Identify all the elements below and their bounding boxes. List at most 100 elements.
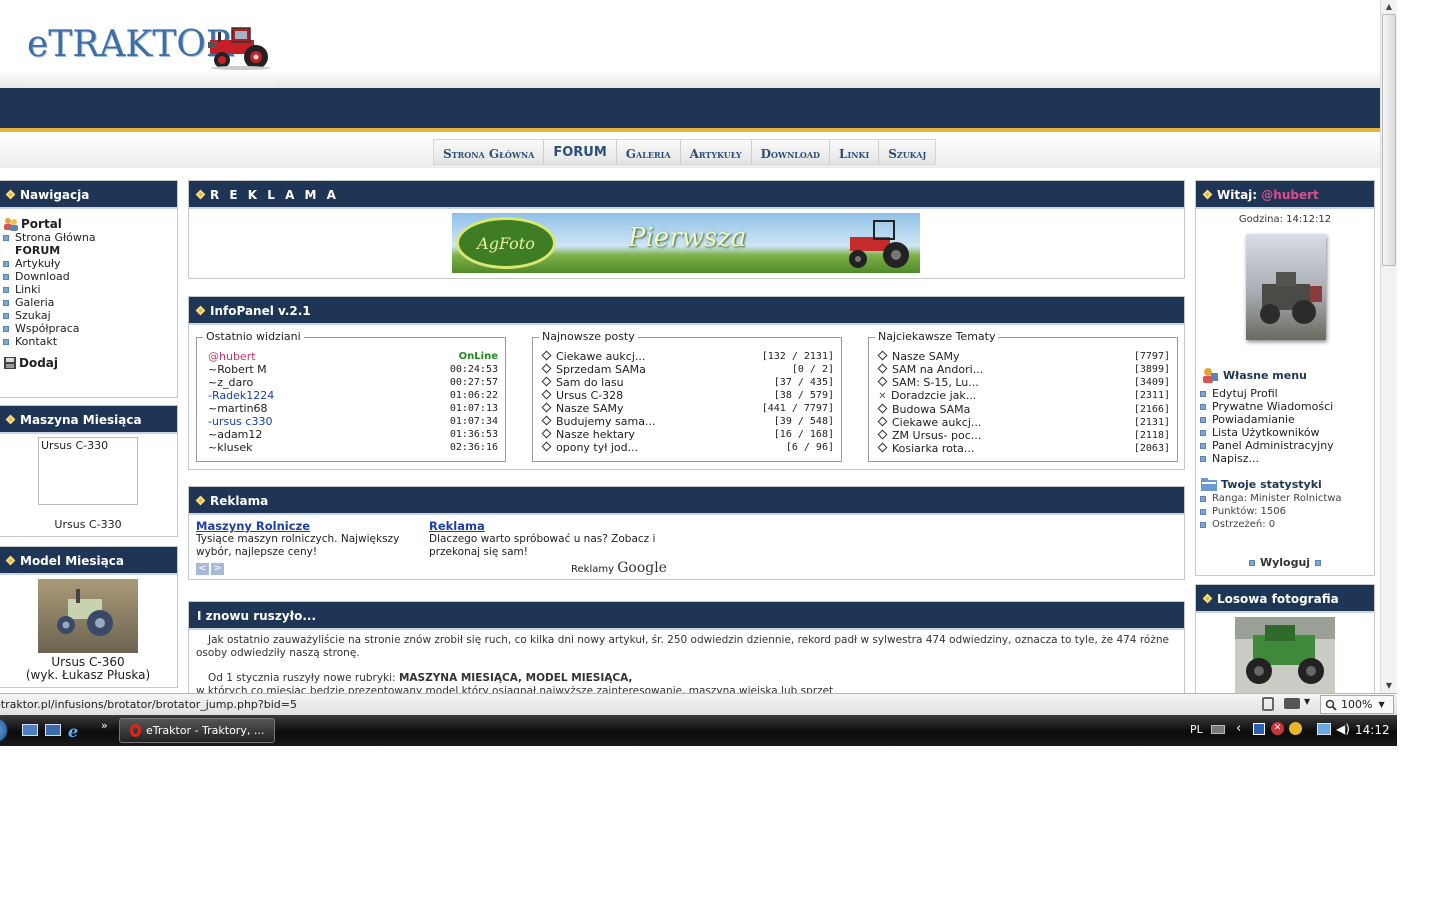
ad-prev-arrow-icon[interactable]: < [196, 563, 209, 575]
camera-icon[interactable] [1284, 698, 1300, 709]
stat-warnings: Ostrzeżeń: 0 [1200, 518, 1342, 531]
user-avatar[interactable] [1246, 234, 1326, 340]
newest-post-row[interactable]: Nasze hektary [16 / 168] [541, 428, 834, 441]
recent-user-row[interactable]: ~z_daro 00:27:57 [208, 376, 498, 389]
nav-link-artykuly[interactable]: Artykuły [3, 257, 177, 270]
recent-user-row[interactable]: -ursus c330 01:07:34 [208, 415, 498, 428]
network-icon[interactable] [1317, 723, 1331, 735]
menu-private-messages[interactable]: Prywatne Wiadomości [1200, 400, 1334, 413]
recent-user-row[interactable]: ~Robert M 00:24:53 [208, 363, 498, 376]
newest-post-stats: [132 / 2131] [761, 351, 834, 362]
add-link[interactable]: Dodaj [3, 356, 177, 370]
switch-windows-icon[interactable] [45, 724, 61, 736]
taskbar-clock[interactable]: 14:12 [1355, 723, 1390, 737]
recent-user-name-text: -ursus c330 [208, 415, 273, 428]
volume-icon[interactable]: ◀) [1336, 722, 1350, 736]
bullet-icon [3, 338, 9, 345]
user-menu-icon [1203, 368, 1218, 383]
bullet-icon [1200, 455, 1206, 462]
nav-link-strona-glowna[interactable]: Strona Główna [3, 231, 177, 244]
welcome-header: Witaj: @hubert [1196, 181, 1374, 209]
ad-1-text[interactable]: Tysiące maszyn rolniczych. Największy wy… [196, 533, 414, 559]
nav-strona-glowna[interactable]: Strona Główna [434, 140, 545, 164]
newest-post-row[interactable]: Sprzedam SAMa [0 / 2] [541, 363, 834, 376]
menu-notifications[interactable]: Powiadamianie [1200, 413, 1334, 426]
antivirus-icon[interactable]: ✕ [1271, 722, 1284, 735]
menu-edit-profile[interactable]: Edytuj Profil [1200, 387, 1334, 400]
topic-diamond-icon [877, 363, 888, 374]
bullet-icon [3, 325, 9, 332]
hottest-topic-row[interactable]: Ciekawe aukcj... [2131] [877, 416, 1170, 429]
site-logo[interactable]: eTRAKTOR [24, 18, 276, 88]
newest-post-row[interactable]: Ursus C-328 [38 / 579] [541, 389, 834, 402]
recent-user-row[interactable]: @hubert OnLine [208, 350, 498, 363]
hottest-topic-row[interactable]: Kosiarka rota... [2063] [877, 442, 1170, 455]
hottest-topic-row[interactable]: ✕ Doradzcie jak... [2311] [877, 389, 1170, 403]
ad-2-text[interactable]: Dlaczego warto spróbować u nas? Zobacz i… [429, 533, 664, 559]
hottest-topic-row[interactable]: SAM na Andori... [3899] [877, 363, 1170, 376]
taskbar-window-button[interactable]: eTraktor - Traktory, ... [119, 718, 275, 743]
nav-artykuly[interactable]: Artykuły [681, 140, 752, 164]
menu-user-list[interactable]: Lista Użytkowników [1200, 426, 1334, 439]
newest-post-row[interactable]: Sam do lasu [37 / 435] [541, 376, 834, 389]
menu-admin-panel[interactable]: Panel Administracyjny [1200, 439, 1334, 452]
bullet-icon [3, 273, 9, 280]
nav-download[interactable]: Download [752, 140, 830, 164]
hottest-topic-row[interactable]: Budowa SAMa [2166] [877, 403, 1170, 416]
internet-explorer-icon[interactable]: e [68, 722, 78, 741]
random-photo-image[interactable] [1235, 617, 1335, 693]
nav-link-szukaj[interactable]: Szukaj [3, 309, 177, 322]
newest-post-row[interactable]: Ciekawe aukcj... [132 / 2131] [541, 350, 834, 363]
tray-app-icon[interactable] [1253, 723, 1265, 735]
quicklaunch-more-icon[interactable]: » [101, 719, 108, 732]
ad-2-title[interactable]: Reklama [429, 520, 664, 533]
nav-linki[interactable]: Linki [830, 140, 880, 164]
bullet-icon [3, 299, 9, 306]
logout-link[interactable]: Wyloguj [1196, 556, 1374, 569]
vertical-scrollbar[interactable]: ▲ ▼ [1380, 0, 1397, 693]
keyboard-icon[interactable] [1211, 725, 1225, 734]
newest-post-title-text: Ciekawe aukcj... [556, 350, 646, 363]
scroll-up-arrow-icon[interactable]: ▲ [1381, 0, 1397, 14]
recent-user-row[interactable]: -Radek1224 01:06:22 [208, 389, 498, 402]
banner-tractor-icon [849, 220, 909, 268]
start-orb-icon[interactable] [0, 717, 8, 743]
nav-link-galeria[interactable]: Galeria [3, 296, 177, 309]
recent-user-row[interactable]: ~martin68 01:07:13 [208, 402, 498, 415]
newest-post-row[interactable]: opony tył jod... [6 / 96] [541, 441, 834, 454]
topic-diamond-icon [541, 350, 552, 361]
ad-1-title[interactable]: Maszyny Rolnicze [196, 520, 414, 533]
zoom-control[interactable]: 100% ▼ [1320, 695, 1394, 714]
camera-dropdown-icon[interactable]: ▼ [1304, 697, 1310, 706]
hottest-topic-title-text: SAM na Andori... [892, 363, 984, 376]
nav-szukaj[interactable]: Szukaj [879, 140, 935, 164]
nav-forum[interactable]: FORUM [544, 140, 617, 164]
nav-link-linki[interactable]: Linki [3, 283, 177, 296]
nav-galeria[interactable]: Galeria [617, 140, 681, 164]
nav-link-forum[interactable]: FORUM [3, 244, 177, 257]
scroll-thumb[interactable] [1382, 14, 1396, 266]
language-indicator[interactable]: PL [1190, 723, 1203, 736]
recent-user-row[interactable]: ~adam12 01:36:53 [208, 428, 498, 441]
nav-link-kontakt[interactable]: Kontakt [3, 335, 177, 348]
newest-post-row[interactable]: Nasze SAMy [441 / 7797] [541, 402, 834, 415]
hottest-topic-row[interactable]: ZM Ursus- poc... [2118] [877, 429, 1170, 442]
newest-post-row[interactable]: Budujemy sama... [39 / 548] [541, 415, 834, 428]
nav-link-wspolpraca[interactable]: Współpraca [3, 322, 177, 335]
google-ads-footer[interactable]: Reklamy Google [571, 560, 667, 576]
menu-write[interactable]: Napisz... [1200, 452, 1334, 465]
show-desktop-icon[interactable] [22, 724, 38, 736]
model-tractor-photo[interactable] [38, 579, 138, 653]
nav-link-download[interactable]: Download [3, 270, 177, 283]
tray-sun-icon[interactable] [1289, 722, 1302, 735]
ad-next-arrow-icon[interactable]: > [211, 563, 224, 575]
hottest-topic-row[interactable]: SAM: S-15, Lu... [3409] [877, 376, 1170, 389]
machine-image-box[interactable]: Ursus C-330 [38, 437, 138, 505]
hottest-topic-row[interactable]: Nasze SAMy [7797] [877, 350, 1170, 363]
recent-user-row[interactable]: ~klusek 02:36:16 [208, 441, 498, 454]
tray-expand-icon[interactable]: ‹ [1236, 721, 1241, 736]
welcome-username[interactable]: @hubert [1261, 188, 1318, 202]
scroll-down-arrow-icon[interactable]: ▼ [1381, 679, 1397, 693]
recent-user-time: 01:06:22 [449, 390, 498, 401]
agfoto-banner[interactable]: AgFoto Pierwsza [452, 213, 920, 273]
